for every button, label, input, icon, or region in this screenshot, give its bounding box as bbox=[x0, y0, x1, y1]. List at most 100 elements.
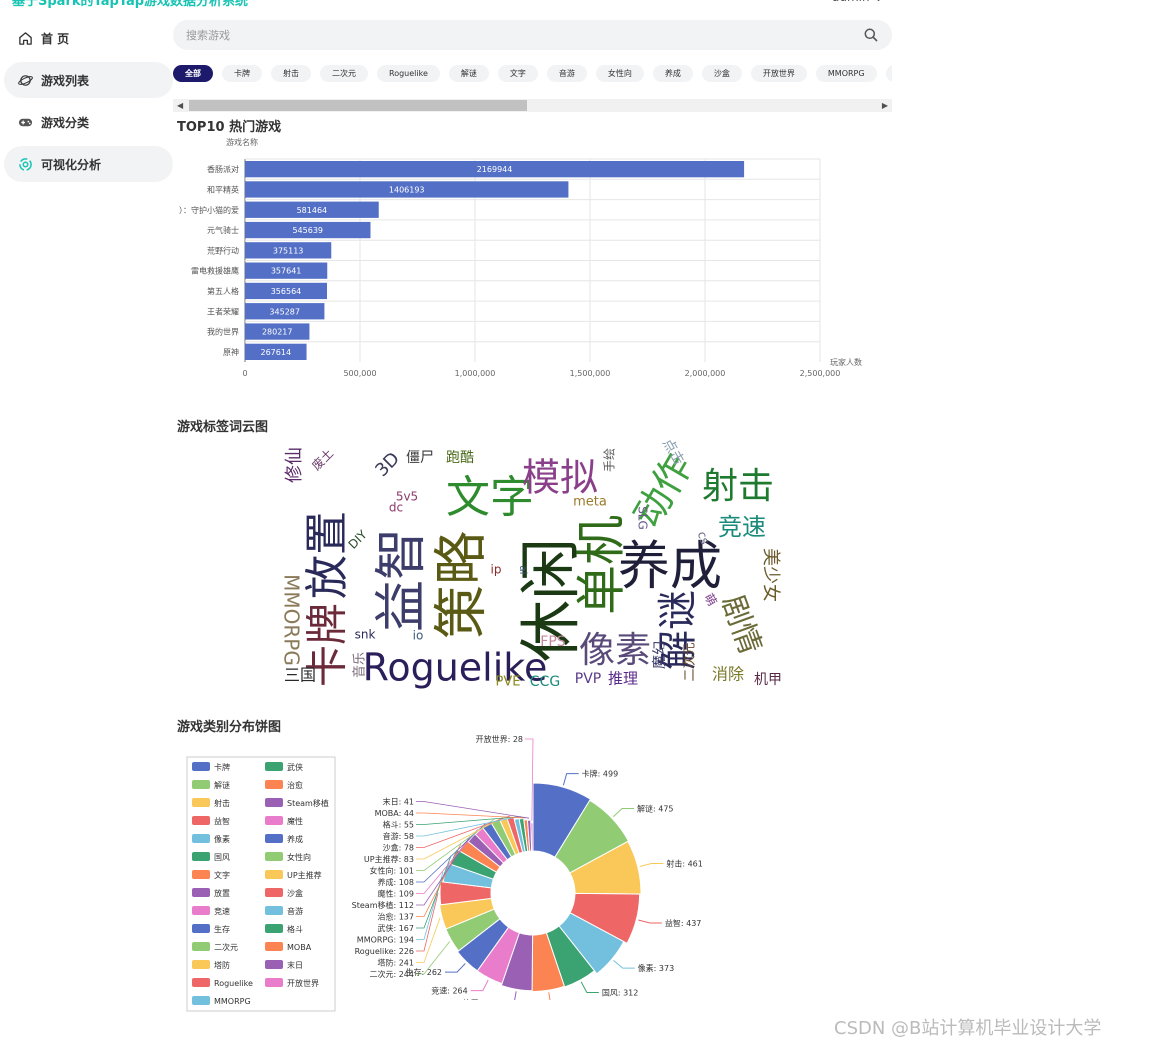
pie-legend: 卡牌解谜射击益智像素国风文字放置竞速生存二次元塔防 Roguelike MMORPG… bbox=[186, 756, 336, 1012]
word-cloud-word: 魔幻 bbox=[652, 641, 668, 669]
tag-chip[interactable]: 卡牌 bbox=[222, 65, 262, 82]
tag-chip[interactable]: 女性向 bbox=[595, 65, 644, 82]
pie-slice-label: 魔性: 109 bbox=[377, 889, 414, 899]
y-tick-label: 原神 bbox=[223, 347, 239, 357]
tag-chip[interactable]: 文字 bbox=[497, 65, 538, 82]
sidebar-item-game-list[interactable]: 游戏列表 bbox=[4, 62, 173, 98]
pie-slice-label: 像素: 373 bbox=[638, 963, 675, 973]
tag-chip[interactable]: 策 bbox=[885, 65, 892, 82]
pie-slice-label: 开放世界: 28 bbox=[476, 734, 523, 744]
pie-slice-label: 音游: 58 bbox=[383, 831, 414, 841]
sidebar-item-home[interactable]: 首 页 bbox=[4, 20, 173, 56]
search-input[interactable]: 搜索游戏 bbox=[186, 27, 230, 43]
user-menu[interactable]: admin ⌄ bbox=[832, 0, 884, 4]
pie-slice-label: 塔防: 241 bbox=[377, 958, 414, 968]
word-cloud-word: snk bbox=[355, 628, 376, 642]
word-cloud-word: ai bbox=[517, 566, 528, 575]
word-cloud-word: CCG bbox=[530, 674, 560, 690]
sidebar-item-label: 游戏分类 bbox=[41, 115, 90, 130]
legend-swatch bbox=[265, 816, 283, 825]
label-leader-line bbox=[470, 979, 489, 992]
x-tick-label: 1,000,000 bbox=[455, 369, 496, 378]
word-cloud-word: 音乐 bbox=[352, 652, 368, 678]
tag-chip[interactable]: 音游 bbox=[546, 65, 587, 82]
watermark: CSDN @B站计算机毕业设计大学 bbox=[834, 1018, 1102, 1039]
tag-chip[interactable]: 射击 bbox=[271, 65, 311, 82]
legend-label: 射击 bbox=[214, 798, 230, 808]
scrollbar-thumb[interactable] bbox=[189, 100, 527, 111]
legend-swatch bbox=[265, 798, 283, 807]
word-cloud-word: SLG bbox=[636, 506, 650, 530]
search-icon[interactable] bbox=[864, 28, 878, 42]
x-tick-label: 0 bbox=[242, 369, 247, 378]
tag-chip[interactable]: 解谜 bbox=[448, 65, 489, 82]
legend-swatch bbox=[265, 852, 283, 861]
label-leader-line bbox=[445, 963, 466, 973]
legend-swatch bbox=[192, 834, 210, 843]
legend-label: 塔防 bbox=[214, 960, 230, 970]
bar-value-label: 267614 bbox=[261, 348, 292, 357]
legend-label: MMORPG bbox=[214, 997, 251, 1006]
section-title-wordcloud: 游戏标签词云图 bbox=[177, 420, 269, 435]
y-tick-label: 荒野行动 bbox=[207, 245, 239, 255]
pie-slice-label: 治愈: 137 bbox=[377, 912, 414, 922]
pie-slice-label: 末日: 41 bbox=[383, 797, 414, 807]
sidebar-item-game-category[interactable]: 游戏分类 bbox=[4, 104, 173, 140]
sidebar-item-visual-analysis[interactable]: 可视化分析 bbox=[4, 146, 173, 182]
x-tick-label: 2,000,000 bbox=[685, 369, 726, 378]
tag-scrollbar[interactable]: ◀ ▶ bbox=[173, 99, 892, 112]
legend-swatch bbox=[265, 870, 283, 879]
legend-label: 沙盒 bbox=[287, 888, 303, 898]
x-axis-label: 玩家人数 bbox=[830, 357, 862, 367]
legend-label: 治愈 bbox=[287, 780, 303, 790]
pie-slice-label: 解谜: 475 bbox=[637, 804, 674, 814]
label-leader-line bbox=[639, 863, 664, 867]
search-bar[interactable]: 搜索游戏 bbox=[173, 20, 892, 50]
tag-chip[interactable]: Roguelike bbox=[377, 65, 440, 82]
x-tick-label: 2,500,000 bbox=[800, 369, 841, 378]
pie-slice-label: Roguelike: 226 bbox=[355, 947, 414, 956]
tag-chip[interactable]: 沙盒 bbox=[701, 65, 742, 82]
pie-slice-label: 国风: 312 bbox=[602, 988, 639, 997]
legend-label: 二次元 bbox=[214, 942, 238, 952]
sidebar-item-label: 游戏列表 bbox=[41, 73, 90, 88]
scroll-left-icon[interactable]: ◀ bbox=[177, 101, 183, 110]
legend-swatch bbox=[192, 762, 210, 771]
label-leader-line bbox=[613, 960, 635, 969]
word-cloud-word: 像素 bbox=[579, 630, 651, 671]
pie-slice-label: 武侠: 167 bbox=[377, 923, 414, 933]
legend-label: 竞速 bbox=[214, 906, 230, 916]
word-cloud-word: PVE bbox=[496, 675, 521, 690]
scroll-right-icon[interactable]: ▶ bbox=[882, 101, 888, 110]
legend-label: 末日 bbox=[287, 960, 303, 970]
legend-swatch bbox=[192, 780, 210, 789]
planet-icon bbox=[18, 74, 33, 86]
legend-label: 养成 bbox=[287, 834, 303, 844]
pie-slice-label: 女性向: 101 bbox=[369, 866, 414, 876]
system-title: 基于Spark的TapTap游戏数据分析系统 bbox=[12, 0, 249, 9]
sidebar-item-label: 可视化分析 bbox=[41, 157, 102, 172]
word-cloud-word: 跑酷 bbox=[446, 450, 474, 466]
tag-chip[interactable]: 开放世界 bbox=[750, 65, 807, 82]
top10-bar-chart: 游戏名称 0 500,000 1,000,000 1,500,000 2,000,000 2… bbox=[179, 137, 862, 378]
tag-chip[interactable]: 养成 bbox=[652, 65, 693, 82]
tag-chip[interactable]: 全部 bbox=[173, 65, 213, 82]
legend-swatch bbox=[265, 960, 283, 969]
y-tick-label: 我的世界 bbox=[207, 327, 239, 337]
pie-slice-label: 沙盒: 78 bbox=[383, 843, 414, 853]
tag-chip[interactable]: MMORPG bbox=[815, 65, 877, 82]
word-cloud-word: 模拟 bbox=[522, 456, 598, 500]
word-cloud-word: 放置 bbox=[302, 511, 353, 599]
sidebar-item-label: 首 页 bbox=[41, 31, 70, 46]
legend-swatch bbox=[192, 798, 210, 807]
legend-swatch bbox=[265, 906, 283, 915]
tag-chip[interactable]: 二次元 bbox=[320, 65, 368, 82]
word-cloud-word: meta bbox=[573, 495, 607, 510]
pie-slice-label: 射击: 461 bbox=[666, 859, 703, 869]
legend-swatch bbox=[265, 924, 283, 933]
label-leader-line bbox=[548, 992, 551, 1000]
legend-swatch bbox=[192, 942, 210, 951]
bar-value-label: 357641 bbox=[271, 267, 302, 276]
pie-slice-label: 格斗: 55 bbox=[383, 820, 414, 830]
y-tick-label: 和平精英 bbox=[207, 184, 239, 194]
